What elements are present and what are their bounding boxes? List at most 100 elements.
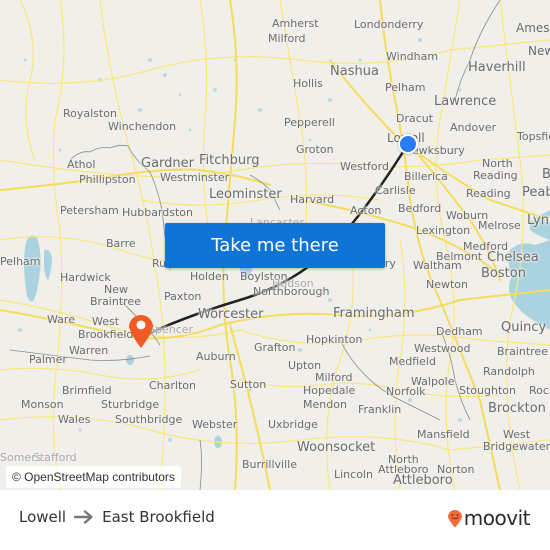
place-label: Amesbury xyxy=(516,21,550,35)
place-label: Dracut xyxy=(396,112,434,125)
footer: Lowell East Brookfield moovit xyxy=(0,490,550,550)
place-label: Groton xyxy=(296,143,334,156)
place-label: Somers xyxy=(0,451,42,464)
origin-marker[interactable] xyxy=(398,134,418,154)
place-label: Franklin xyxy=(358,403,402,416)
place-label: Woonsocket xyxy=(297,440,376,455)
place-label: Leominster xyxy=(209,187,282,202)
place-label: Braintree xyxy=(90,295,141,308)
place-label: Windham xyxy=(386,50,439,63)
place-label: Charlton xyxy=(149,379,196,392)
place-label: Hollis xyxy=(293,77,323,90)
place-label: Hardwick xyxy=(60,271,111,284)
map-attribution[interactable]: © OpenStreetMap contributors xyxy=(6,466,181,488)
place-label: Palmer xyxy=(29,353,67,366)
place-label: Westwood xyxy=(414,342,471,355)
place-label: Barre xyxy=(106,237,136,250)
place-label: Phillipston xyxy=(79,173,136,186)
place-label: Fitchburg xyxy=(199,153,260,168)
moovit-pin-icon xyxy=(447,508,463,528)
place-label: Melrose xyxy=(478,219,521,232)
place-label: Hopedale xyxy=(303,384,356,397)
place-label: Brockton xyxy=(488,401,546,416)
place-label: Wales xyxy=(58,413,91,426)
place-label: Newton xyxy=(426,278,469,291)
place-label: Auburn xyxy=(196,350,236,363)
place-label: Sutton xyxy=(230,378,267,391)
quabbin-reservoir xyxy=(24,235,41,302)
place-label: Southbridge xyxy=(115,413,183,426)
place-label: Rockland xyxy=(529,384,550,397)
place-label: Northborough xyxy=(253,285,330,298)
place-label: Waltham xyxy=(413,259,462,272)
place-label: Peabody xyxy=(522,185,550,200)
place-label: Holden xyxy=(190,270,229,283)
place-label: Billerica xyxy=(404,170,448,183)
place-label: Haverhill xyxy=(468,60,526,75)
destination-marker[interactable] xyxy=(127,311,155,349)
place-label: Worcester xyxy=(198,307,264,322)
place-label: Pepperell xyxy=(284,116,335,129)
place-label: Warren xyxy=(69,344,109,357)
place-label: New xyxy=(104,283,128,296)
origin-name: Lowell xyxy=(19,508,67,526)
place-label: Bridgewater xyxy=(483,440,550,453)
place-label: Acton xyxy=(350,204,382,217)
arrow-right-icon xyxy=(74,510,94,524)
place-label: Pelham xyxy=(385,81,426,94)
place-label: Burrillville xyxy=(242,458,297,471)
place-label: Topsfield xyxy=(517,130,550,143)
place-label: Brimfield xyxy=(62,384,112,397)
take-me-there-button[interactable]: Take me there xyxy=(165,223,385,268)
place-label: Attleboro xyxy=(393,473,453,488)
place-label: Webster xyxy=(192,418,238,431)
place-label: Framingham xyxy=(333,306,415,321)
place-label: Lincoln xyxy=(334,468,373,481)
place-label: Milford xyxy=(315,371,353,384)
place-label: Londonderry xyxy=(354,18,424,31)
place-label: Andover xyxy=(450,121,497,134)
place-label: Royalston xyxy=(63,107,117,120)
place-label: Amherst xyxy=(272,17,319,30)
place-label: Quincy xyxy=(501,320,547,335)
place-label: Winchendon xyxy=(108,120,177,133)
place-label: Boston xyxy=(481,266,526,281)
place-label: Bedford xyxy=(398,202,442,215)
place-label: Nashua xyxy=(330,64,379,79)
brand-name: moovit xyxy=(463,506,531,530)
moovit-logo[interactable]: moovit xyxy=(447,506,531,530)
place-label: Braintree xyxy=(497,345,548,358)
place-label: Medfield xyxy=(389,355,436,368)
pond xyxy=(126,355,134,365)
map-pin-icon xyxy=(129,315,153,348)
place-label: Norfolk xyxy=(386,385,426,398)
place-label: Gardner xyxy=(141,156,194,171)
place-label: Chelsea xyxy=(487,250,539,265)
place-label: Stoughton xyxy=(459,384,516,397)
place-label: Hopkinton xyxy=(306,333,363,346)
place-label: Lawrence xyxy=(434,94,497,109)
place-label: Randolph xyxy=(483,365,535,378)
place-label: Carlisle xyxy=(375,184,416,197)
place-label: Mendon xyxy=(303,398,347,411)
place-label: Milford xyxy=(268,32,306,45)
place-label: Brookfield xyxy=(78,328,134,341)
place-label: Reading xyxy=(473,169,518,182)
place-label: Westminster xyxy=(160,171,230,184)
place-label: Lexington xyxy=(416,224,471,237)
place-label: Newburyport xyxy=(528,44,550,58)
map[interactable]: Amherst Milford Londonderry Amesbury Windham… xyxy=(0,0,550,490)
place-label: West xyxy=(503,428,531,441)
place-label: Lynn xyxy=(527,213,550,228)
place-label: Sturbridge xyxy=(101,398,160,411)
place-label: Westford xyxy=(340,160,389,173)
place-label: Reading xyxy=(466,187,511,200)
place-label: Ware xyxy=(47,313,75,326)
quabbin-arm xyxy=(44,249,52,280)
place-label: Grafton xyxy=(254,341,296,354)
place-label: Petersham xyxy=(60,204,119,217)
place-label: Mansfield xyxy=(417,428,470,441)
place-label: Dedham xyxy=(436,325,483,338)
place-label: Paxton xyxy=(164,290,202,303)
place-label: Athol xyxy=(67,158,96,171)
